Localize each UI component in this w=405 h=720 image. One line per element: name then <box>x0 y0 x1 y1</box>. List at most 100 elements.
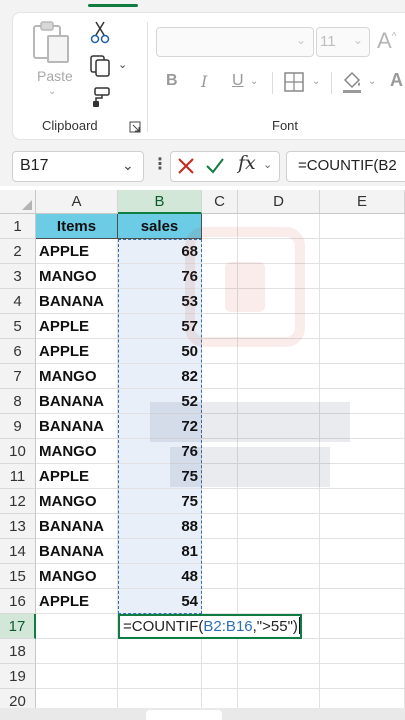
name-box-value[interactable]: B17 <box>20 157 48 175</box>
row-header-12[interactable]: 12 <box>0 489 36 514</box>
item-cell[interactable]: APPLE <box>36 314 118 339</box>
paste-icon[interactable] <box>28 20 74 66</box>
cell[interactable] <box>202 489 238 514</box>
sales-cell[interactable]: 75 <box>118 464 202 489</box>
item-cell[interactable]: BANANA <box>36 289 118 314</box>
more-options-icon[interactable]: ⋮ <box>152 154 168 174</box>
item-cell[interactable]: APPLE <box>36 339 118 364</box>
item-cell[interactable]: MANGO <box>36 564 118 589</box>
cell[interactable] <box>202 564 238 589</box>
format-painter-icon[interactable] <box>89 86 111 108</box>
item-cell[interactable]: MANGO <box>36 364 118 389</box>
cell[interactable] <box>202 539 238 564</box>
row-header-3[interactable]: 3 <box>0 264 36 289</box>
item-cell[interactable]: BANANA <box>36 414 118 439</box>
item-cell[interactable]: BANANA <box>36 539 118 564</box>
fill-color-icon[interactable] <box>341 70 363 94</box>
column-header-e[interactable]: E <box>320 190 405 214</box>
chevron-down-icon[interactable]: ⌄ <box>118 58 127 71</box>
row-header-18[interactable]: 18 <box>0 639 36 664</box>
cell[interactable] <box>202 514 238 539</box>
cell[interactable] <box>202 464 238 489</box>
cell[interactable] <box>202 364 238 389</box>
cell[interactable] <box>238 289 320 314</box>
chevron-down-icon[interactable]: ⌄ <box>312 76 320 87</box>
cell[interactable] <box>320 239 405 264</box>
row-header-8[interactable]: 8 <box>0 389 36 414</box>
cell[interactable] <box>238 314 320 339</box>
chevron-down-icon[interactable]: ⌄ <box>122 157 134 174</box>
cell[interactable] <box>202 264 238 289</box>
cell[interactable] <box>36 614 118 639</box>
header-cell-items[interactable]: Items <box>36 214 118 239</box>
chevron-down-icon[interactable]: ⌄ <box>263 158 272 171</box>
cell[interactable] <box>238 389 320 414</box>
item-cell[interactable]: MANGO <box>36 489 118 514</box>
cell[interactable] <box>320 264 405 289</box>
cell[interactable] <box>202 339 238 364</box>
sales-cell[interactable]: 81 <box>118 539 202 564</box>
cell[interactable] <box>202 389 238 414</box>
item-cell[interactable]: APPLE <box>36 589 118 614</box>
increase-font-size-icon[interactable]: A^ <box>377 28 396 54</box>
sales-cell[interactable]: 82 <box>118 364 202 389</box>
enter-check-icon[interactable] <box>205 157 225 175</box>
cell[interactable] <box>320 489 405 514</box>
cell[interactable] <box>202 414 238 439</box>
cell[interactable] <box>320 214 405 239</box>
cell[interactable] <box>238 214 320 239</box>
cell[interactable] <box>320 664 405 689</box>
chevron-down-icon[interactable]: ⌄ <box>368 76 376 87</box>
italic-button[interactable]: I <box>201 72 207 91</box>
cell[interactable] <box>320 389 405 414</box>
cell[interactable] <box>36 639 118 664</box>
chevron-down-icon[interactable]: ⌄ <box>48 86 56 97</box>
insert-function-icon[interactable]: fx <box>238 152 256 174</box>
chevron-down-icon[interactable]: ⌄ <box>250 76 258 87</box>
sales-cell[interactable]: 75 <box>118 489 202 514</box>
sales-cell[interactable]: 54 <box>118 589 202 614</box>
select-all-button[interactable] <box>0 190 36 214</box>
bold-button[interactable]: B <box>166 72 178 90</box>
column-header-c[interactable]: C <box>202 190 238 214</box>
cell[interactable] <box>238 414 320 439</box>
cell[interactable] <box>36 664 118 689</box>
item-cell[interactable]: APPLE <box>36 464 118 489</box>
cell[interactable] <box>320 464 405 489</box>
cell[interactable] <box>118 664 202 689</box>
cell[interactable] <box>320 439 405 464</box>
item-cell[interactable]: BANANA <box>36 389 118 414</box>
cell[interactable] <box>320 639 405 664</box>
cell[interactable] <box>238 364 320 389</box>
scissors-icon[interactable] <box>90 20 110 44</box>
row-header-15[interactable]: 15 <box>0 564 36 589</box>
sales-cell[interactable]: 50 <box>118 339 202 364</box>
item-cell[interactable]: MANGO <box>36 264 118 289</box>
home-tab-indicator[interactable] <box>88 4 138 7</box>
sales-cell[interactable]: 88 <box>118 514 202 539</box>
row-header-6[interactable]: 6 <box>0 339 36 364</box>
row-header-5[interactable]: 5 <box>0 314 36 339</box>
item-cell[interactable]: APPLE <box>36 239 118 264</box>
active-cell-editor[interactable]: =COUNTIF(B2:B16,">55") <box>118 614 302 639</box>
row-header-9[interactable]: 9 <box>0 414 36 439</box>
cell[interactable] <box>118 639 202 664</box>
cell[interactable] <box>320 589 405 614</box>
cell[interactable] <box>202 589 238 614</box>
cell[interactable] <box>320 514 405 539</box>
cell[interactable] <box>238 339 320 364</box>
borders-icon[interactable] <box>284 72 304 92</box>
cell[interactable] <box>238 664 320 689</box>
cell[interactable] <box>320 539 405 564</box>
row-header-19[interactable]: 19 <box>0 664 36 689</box>
column-header-d[interactable]: D <box>238 190 320 214</box>
cell[interactable] <box>238 514 320 539</box>
cell[interactable] <box>320 414 405 439</box>
row-header-16[interactable]: 16 <box>0 589 36 614</box>
row-header-2[interactable]: 2 <box>0 239 36 264</box>
cell[interactable] <box>202 239 238 264</box>
column-header-a[interactable]: A <box>36 190 118 214</box>
sales-cell[interactable]: 68 <box>118 239 202 264</box>
copy-icon[interactable] <box>88 54 112 78</box>
row-header-17[interactable]: 17 <box>0 614 36 639</box>
